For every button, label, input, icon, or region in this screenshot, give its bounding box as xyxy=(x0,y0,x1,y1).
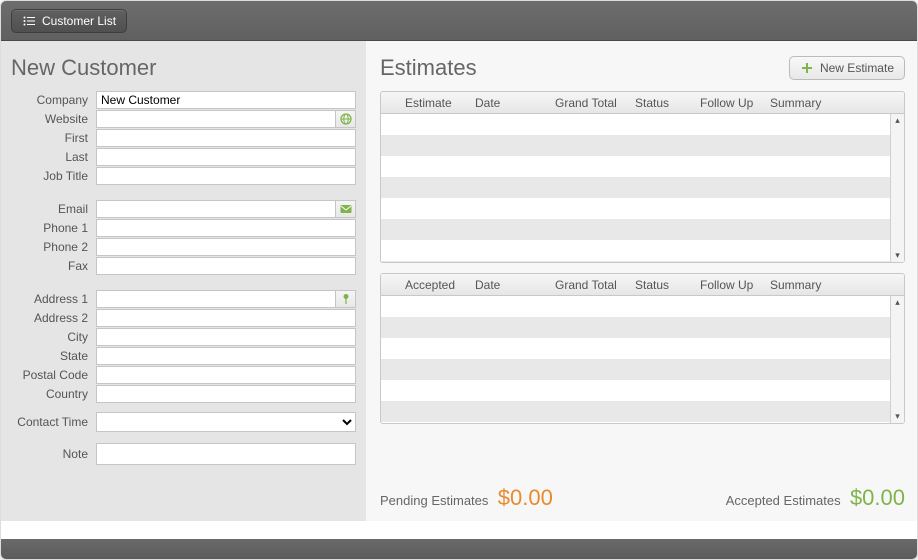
footer-bar xyxy=(1,539,917,559)
city-label: City xyxy=(11,330,96,344)
accepted-table-header: Accepted Date Grand Total Status Follow … xyxy=(381,274,904,296)
job-title-label: Job Title xyxy=(11,169,96,183)
email-label: Email xyxy=(11,202,96,216)
new-estimate-button[interactable]: New Estimate xyxy=(789,56,905,80)
phone1-input[interactable] xyxy=(96,219,356,237)
col-follow-up-2[interactable]: Follow Up xyxy=(696,278,766,292)
country-label: Country xyxy=(11,387,96,401)
col-status-2[interactable]: Status xyxy=(631,278,696,292)
accepted-estimates-table: Accepted Date Grand Total Status Follow … xyxy=(380,273,905,424)
address2-label: Address 2 xyxy=(11,311,96,325)
col-grand-total[interactable]: Grand Total xyxy=(551,96,631,110)
table-row xyxy=(381,261,904,263)
scroll-up-icon[interactable]: ▴ xyxy=(891,114,904,127)
customer-list-label: Customer List xyxy=(42,14,116,28)
new-estimate-label: New Estimate xyxy=(820,61,894,75)
scroll-down-icon[interactable]: ▾ xyxy=(891,249,904,262)
fax-input[interactable] xyxy=(96,257,356,275)
contact-time-select[interactable] xyxy=(96,412,356,432)
phone1-label: Phone 1 xyxy=(11,221,96,235)
state-input[interactable] xyxy=(96,347,356,365)
customer-form-panel: New Customer Company Website First xyxy=(1,41,366,521)
table-row xyxy=(381,317,904,338)
contact-time-label: Contact Time xyxy=(11,415,96,429)
country-input[interactable] xyxy=(96,385,356,403)
table-row xyxy=(381,156,904,177)
customer-form-title: New Customer xyxy=(11,55,356,81)
note-label: Note xyxy=(11,447,96,461)
table-row xyxy=(381,177,904,198)
table-row xyxy=(381,401,904,422)
map-pin-button[interactable] xyxy=(336,290,356,308)
company-input[interactable] xyxy=(96,91,356,109)
fax-label: Fax xyxy=(11,259,96,273)
pending-total-value: $0.00 xyxy=(498,485,553,510)
pending-scrollbar[interactable]: ▴ ▾ xyxy=(890,114,904,262)
phone2-label: Phone 2 xyxy=(11,240,96,254)
website-label: Website xyxy=(11,112,96,126)
estimates-panel: Estimates New Estimate Estimate Date Gra… xyxy=(366,41,917,521)
table-row xyxy=(381,198,904,219)
col-date-2[interactable]: Date xyxy=(471,278,551,292)
col-summary-2[interactable]: Summary xyxy=(766,278,904,292)
table-row xyxy=(381,219,904,240)
postal-input[interactable] xyxy=(96,366,356,384)
col-grand-total-2[interactable]: Grand Total xyxy=(551,278,631,292)
pending-estimates-table: Estimate Date Grand Total Status Follow … xyxy=(380,91,905,263)
pending-table-body[interactable]: ▴ ▾ xyxy=(381,114,904,262)
table-row xyxy=(381,114,904,135)
first-label: First xyxy=(11,131,96,145)
table-row xyxy=(381,240,904,261)
pending-total-label: Pending Estimates xyxy=(380,493,488,508)
col-follow-up[interactable]: Follow Up xyxy=(696,96,766,110)
company-label: Company xyxy=(11,93,96,107)
accepted-scrollbar[interactable]: ▴ ▾ xyxy=(890,296,904,423)
estimates-title: Estimates xyxy=(380,55,477,81)
open-website-button[interactable] xyxy=(336,110,356,128)
col-summary[interactable]: Summary xyxy=(766,96,904,110)
totals-row: Pending Estimates $0.00 Accepted Estimat… xyxy=(380,479,905,511)
table-row xyxy=(381,296,904,317)
city-input[interactable] xyxy=(96,328,356,346)
address1-label: Address 1 xyxy=(11,292,96,306)
table-row xyxy=(381,359,904,380)
accepted-total-label: Accepted Estimates xyxy=(726,493,841,508)
customer-list-button[interactable]: Customer List xyxy=(11,9,127,33)
last-label: Last xyxy=(11,150,96,164)
job-title-input[interactable] xyxy=(96,167,356,185)
postal-label: Postal Code xyxy=(11,368,96,382)
body-area: New Customer Company Website First xyxy=(1,41,917,521)
table-row xyxy=(381,380,904,401)
accepted-total-value: $0.00 xyxy=(850,485,905,510)
state-label: State xyxy=(11,349,96,363)
app-window: Customer List New Customer Company Websi… xyxy=(0,0,918,560)
pending-table-header: Estimate Date Grand Total Status Follow … xyxy=(381,92,904,114)
top-toolbar: Customer List xyxy=(1,1,917,41)
scroll-down-icon[interactable]: ▾ xyxy=(891,410,904,423)
pin-icon xyxy=(339,292,353,306)
address1-input[interactable] xyxy=(96,290,336,308)
accepted-table-body[interactable]: ▴ ▾ xyxy=(381,296,904,423)
table-row xyxy=(381,338,904,359)
col-accepted[interactable]: Accepted xyxy=(401,278,471,292)
last-input[interactable] xyxy=(96,148,356,166)
table-row xyxy=(381,135,904,156)
scroll-up-icon[interactable]: ▴ xyxy=(891,296,904,309)
address2-input[interactable] xyxy=(96,309,356,327)
col-status[interactable]: Status xyxy=(631,96,696,110)
col-date[interactable]: Date xyxy=(471,96,551,110)
mail-icon xyxy=(339,202,353,216)
list-icon xyxy=(22,14,36,28)
website-input[interactable] xyxy=(96,110,336,128)
globe-icon xyxy=(339,112,353,126)
phone2-input[interactable] xyxy=(96,238,356,256)
send-email-button[interactable] xyxy=(336,200,356,218)
table-row xyxy=(381,422,904,424)
plus-icon xyxy=(800,61,814,75)
col-estimate[interactable]: Estimate xyxy=(401,96,471,110)
email-input[interactable] xyxy=(96,200,336,218)
note-input[interactable] xyxy=(96,443,356,465)
first-input[interactable] xyxy=(96,129,356,147)
